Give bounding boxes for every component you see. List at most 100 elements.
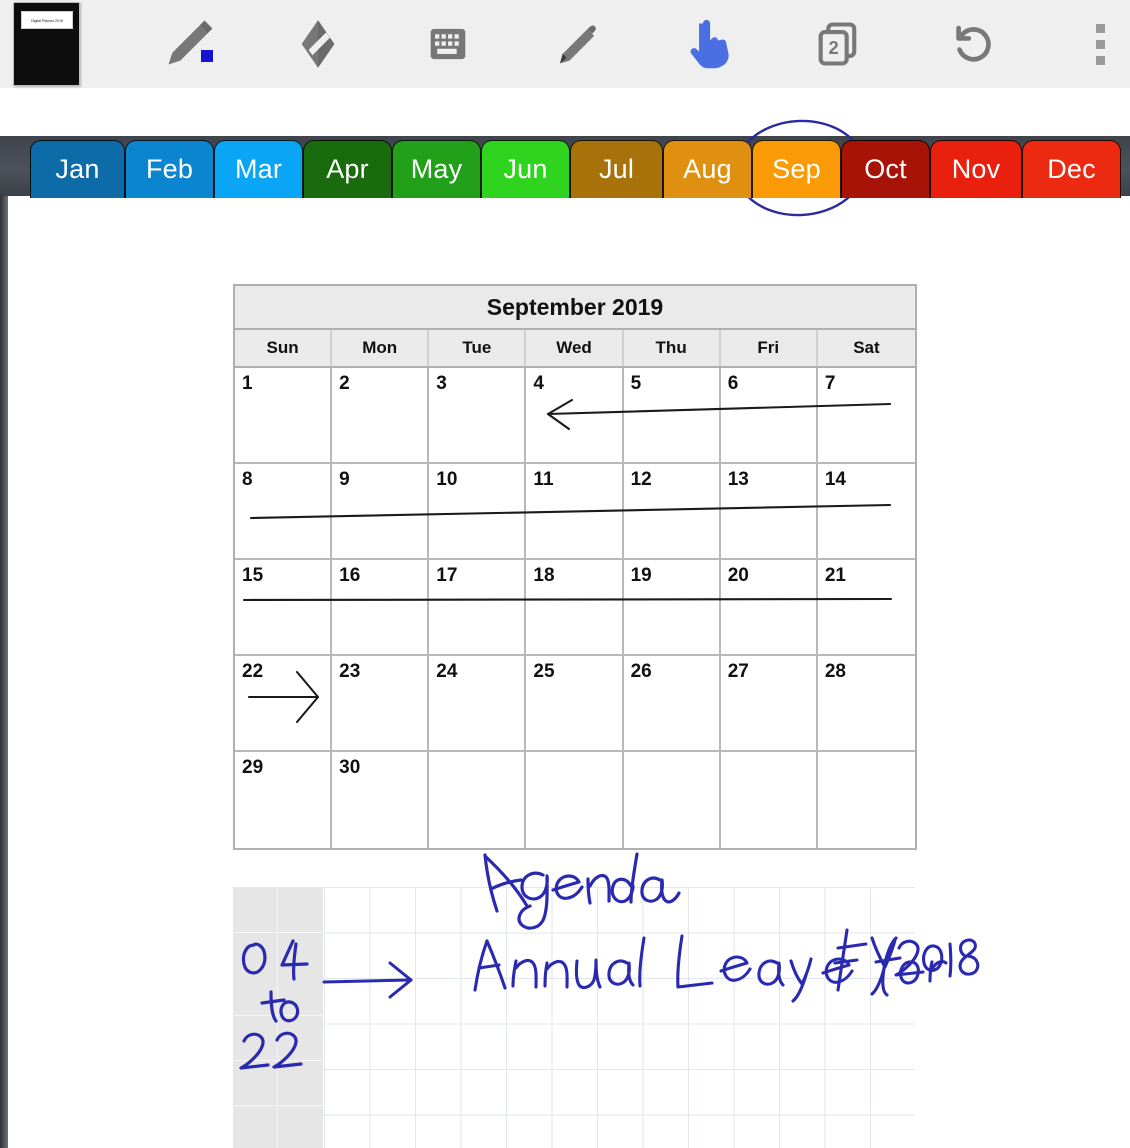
calendar-day-cell-5[interactable]: 5 xyxy=(623,368,721,464)
calendar-day-cell-22[interactable]: 22 xyxy=(235,656,333,752)
hand-tool-button[interactable] xyxy=(664,0,752,88)
month-tab-label: Jun xyxy=(503,154,548,184)
pages-tool-button[interactable]: 2 xyxy=(794,0,882,88)
month-tab-label: Jan xyxy=(55,154,100,184)
calendar-day-cell-20[interactable]: 20 xyxy=(720,560,818,656)
month-tab-may[interactable]: May xyxy=(392,140,481,198)
pen-tool-button[interactable] xyxy=(145,0,233,88)
calendar-day-cell-21[interactable]: 21 xyxy=(817,560,915,656)
page-left-edge xyxy=(0,196,8,1148)
calendar-day-cell-27[interactable]: 27 xyxy=(720,656,818,752)
calendar-table: September 2019 Sun Mon Tue Wed Thu Fri Sat 123… xyxy=(233,284,917,850)
undo-tool-button[interactable] xyxy=(923,0,1011,88)
month-tab-label: Feb xyxy=(145,154,194,184)
calendar-day-header-row: Sun Mon Tue Wed Thu Fri Sat xyxy=(235,330,915,368)
marker-tool-button[interactable] xyxy=(534,0,622,88)
month-tab-feb[interactable]: Feb xyxy=(125,140,214,198)
calendar-day-cell-7[interactable]: 7 xyxy=(817,368,915,464)
month-tab-jan[interactable]: Jan xyxy=(30,140,125,198)
calendar-day-cell-empty xyxy=(624,752,721,848)
calendar-day-cell-29[interactable]: 29 xyxy=(235,752,333,848)
calendar-day-cell-12[interactable]: 12 xyxy=(623,464,721,560)
calendar-day-cell-13[interactable]: 13 xyxy=(720,464,818,560)
month-tab-label: Nov xyxy=(951,154,1001,184)
month-tab-jun[interactable]: Jun xyxy=(481,140,570,198)
calendar-day-cell-10[interactable]: 10 xyxy=(429,464,527,560)
month-tab-label: Mar xyxy=(234,154,283,184)
eraser-icon xyxy=(290,16,346,72)
calendar-day-cell-2[interactable]: 2 xyxy=(332,368,430,464)
month-tab-label: Jul xyxy=(598,154,635,184)
calendar-day-cell-26[interactable]: 26 xyxy=(623,656,721,752)
calendar-day-header-tue: Tue xyxy=(429,330,527,366)
pointing-hand-icon xyxy=(683,17,733,71)
agenda-grid[interactable] xyxy=(233,887,915,1148)
agenda-row-divider xyxy=(233,1105,323,1106)
calendar-day-header-fri: Fri xyxy=(721,330,818,366)
keyboard-tool-button[interactable] xyxy=(404,0,492,88)
agenda-date-column xyxy=(233,887,323,1148)
agenda-row-divider xyxy=(233,1060,323,1061)
calendar-day-header-sat: Sat xyxy=(853,338,880,357)
toolbar: Digital Planner 2019 2 xyxy=(0,0,1130,88)
calendar-day-cell-11[interactable]: 11 xyxy=(526,464,624,560)
calendar-day-cell-8[interactable]: 8 xyxy=(235,464,333,560)
pen-color-swatch[interactable] xyxy=(201,50,213,62)
calendar-day-header-thu: Thu xyxy=(624,330,721,366)
calendar-day-cell-4[interactable]: 4 xyxy=(526,368,624,464)
calendar-day-cell-15[interactable]: 15 xyxy=(235,560,333,656)
month-tab-label: Oct xyxy=(864,154,907,184)
calendar-day-cell-25[interactable]: 25 xyxy=(526,656,624,752)
month-tab-apr[interactable]: Apr xyxy=(303,140,392,198)
calendar-day-cell-16[interactable]: 16 xyxy=(332,560,430,656)
calendar-day-cell-empty xyxy=(818,752,915,848)
more-menu-button[interactable] xyxy=(1070,0,1130,88)
agenda-row-divider xyxy=(233,932,323,933)
calendar-day-cell-empty xyxy=(429,752,527,848)
month-tab-label: Sep xyxy=(772,154,821,184)
month-tab-sep[interactable]: Sep xyxy=(752,140,841,198)
notebook-thumbnail[interactable]: Digital Planner 2019 xyxy=(13,2,80,86)
calendar-day-header-sun: Sun xyxy=(235,330,333,366)
calendar-day-header-wed: Wed xyxy=(526,330,624,366)
kebab-menu-icon xyxy=(1095,23,1105,65)
month-tab-dec[interactable]: Dec xyxy=(1022,140,1121,198)
undo-icon xyxy=(939,16,995,72)
eraser-tool-button[interactable] xyxy=(274,0,362,88)
calendar-day-cell-30[interactable]: 30 xyxy=(332,752,430,848)
calendar-day-cell-9[interactable]: 9 xyxy=(332,464,430,560)
month-tab-strip: Jan Feb Mar Apr May Jun Jul Aug Sep Oct … xyxy=(0,136,1130,198)
app-root: Digital Planner 2019 2 Jan Feb Mar Apr M… xyxy=(0,0,1130,1148)
month-tab-label: May xyxy=(410,154,463,184)
calendar-day-cell-28[interactable]: 28 xyxy=(817,656,915,752)
month-tab-label: Apr xyxy=(326,154,369,184)
calendar-day-cell-23[interactable]: 23 xyxy=(332,656,430,752)
month-tab-oct[interactable]: Oct xyxy=(841,140,930,198)
month-tab-label: Aug xyxy=(683,154,732,184)
calendar-day-header-mon: Mon xyxy=(332,330,430,366)
month-tab-aug[interactable]: Aug xyxy=(663,140,752,198)
keyboard-icon xyxy=(422,18,474,70)
marker-icon xyxy=(551,17,605,71)
calendar-day-cell-14[interactable]: 14 xyxy=(817,464,915,560)
calendar-day-grid: 1 2 3 4 5 6 7 8 9 10 11 12 13 14 15 16 17 18 19 20 21 22 23 24 2… xyxy=(235,368,915,848)
agenda-row-divider xyxy=(233,1015,323,1016)
agenda-date-column-divider xyxy=(277,887,278,1148)
calendar-day-cell-empty xyxy=(526,752,624,848)
calendar-day-cell-24[interactable]: 24 xyxy=(429,656,527,752)
pages-icon: 2 xyxy=(812,18,864,70)
month-tab-nov[interactable]: Nov xyxy=(930,140,1022,198)
svg-text:2: 2 xyxy=(829,37,839,58)
calendar-day-cell-6[interactable]: 6 xyxy=(720,368,818,464)
pen-icon xyxy=(160,15,218,73)
calendar-day-cell-3[interactable]: 3 xyxy=(429,368,527,464)
calendar-day-cell-18[interactable]: 18 xyxy=(526,560,624,656)
calendar-title: September 2019 xyxy=(235,286,915,330)
calendar-day-cell-empty xyxy=(721,752,818,848)
notebook-cover-label: Digital Planner 2019 xyxy=(21,11,73,29)
calendar-day-cell-19[interactable]: 19 xyxy=(623,560,721,656)
month-tab-mar[interactable]: Mar xyxy=(214,140,303,198)
calendar-day-cell-17[interactable]: 17 xyxy=(429,560,527,656)
calendar-day-cell-1[interactable]: 1 xyxy=(235,368,333,464)
month-tab-jul[interactable]: Jul xyxy=(570,140,663,198)
